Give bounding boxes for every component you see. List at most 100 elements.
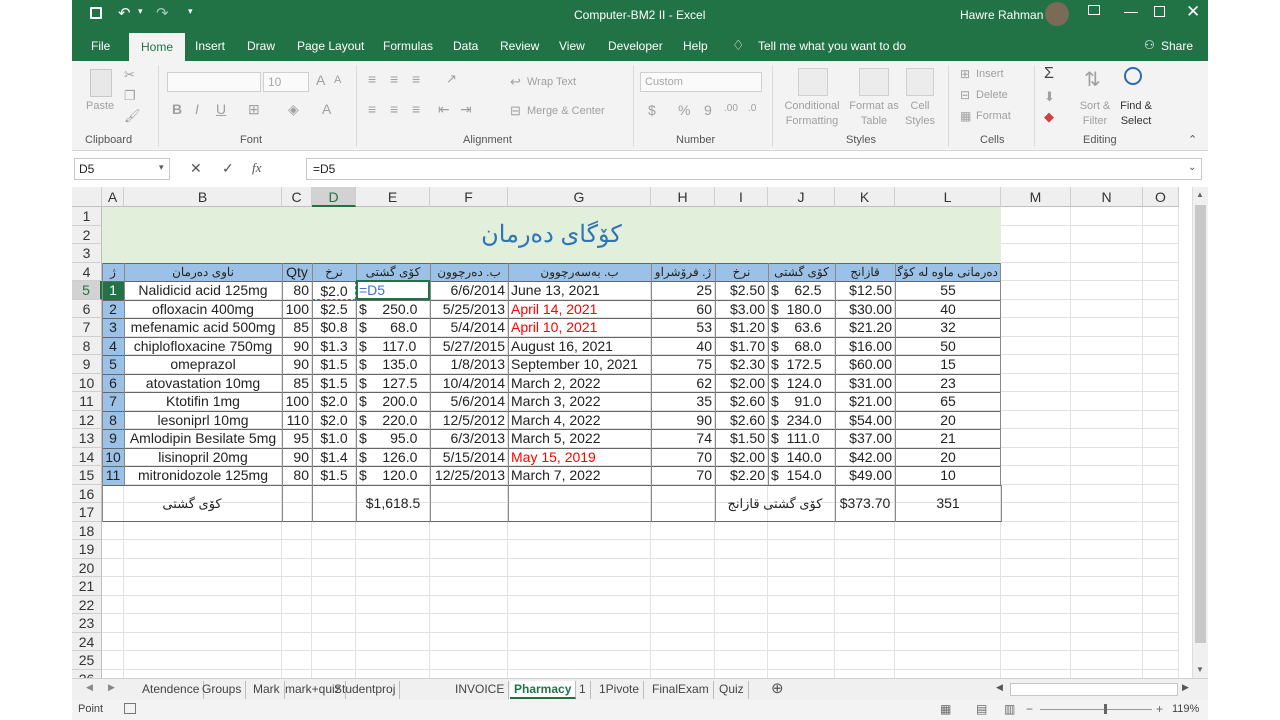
column-header-l[interactable]: L: [895, 187, 1001, 207]
table-cell[interactable]: 55: [895, 281, 1001, 300]
tab-view[interactable]: View: [559, 39, 585, 53]
column-header-c[interactable]: C: [282, 187, 312, 207]
customize-qat-icon[interactable]: ▾: [188, 6, 193, 17]
font-size-box[interactable]: 10: [263, 72, 309, 92]
table-cell[interactable]: 90: [282, 355, 312, 374]
row-header-25[interactable]: 25: [72, 651, 102, 670]
table-cell[interactable]: $ 62.5: [768, 281, 835, 300]
table-cell[interactable]: $21.00: [835, 392, 895, 411]
table-cell[interactable]: 21: [895, 429, 1001, 448]
table-cell[interactable]: 1/8/2013: [430, 355, 508, 374]
format-cells-button[interactable]: Format: [976, 110, 1011, 122]
format-painter-icon[interactable]: 🖌: [124, 108, 141, 124]
tab-formulas[interactable]: Formulas: [383, 39, 433, 53]
table-cell[interactable]: mefenamic acid 500mg: [124, 318, 282, 337]
table-cell[interactable]: 5/27/2015: [430, 337, 508, 356]
table-cell[interactable]: $1.3: [312, 337, 356, 356]
delete-cells-icon[interactable]: ⊟: [960, 88, 970, 102]
page-layout-view-icon[interactable]: ▤: [976, 702, 987, 716]
table-cell[interactable]: 5/25/2013: [430, 300, 508, 319]
wrap-text-icon[interactable]: ↩: [510, 74, 521, 90]
align-right-icon[interactable]: ≡: [412, 101, 420, 117]
table-cell[interactable]: $ 200.0: [356, 392, 430, 411]
row-header-6[interactable]: 6: [72, 299, 102, 318]
table-cell[interactable]: $12.50: [835, 281, 895, 300]
table-cell[interactable]: 20: [895, 411, 1001, 430]
align-bottom-icon[interactable]: ≡: [412, 71, 420, 87]
table-cell[interactable]: $ 135.0: [356, 355, 430, 374]
confirm-entry-icon[interactable]: ✓: [222, 160, 234, 177]
table-cell[interactable]: March 4, 2022: [508, 411, 651, 430]
column-header-m[interactable]: M: [1001, 187, 1071, 207]
undo-dropdown-icon[interactable]: ▾: [138, 6, 143, 17]
column-header-n[interactable]: N: [1071, 187, 1143, 207]
row-header-22[interactable]: 22: [72, 595, 102, 614]
sheet-tab-1pivote[interactable]: 1Pivote: [595, 681, 645, 699]
align-middle-icon[interactable]: ≡: [390, 71, 398, 87]
row-header-26[interactable]: 26: [72, 669, 102, 678]
table-cell[interactable]: April 14, 2021: [508, 300, 651, 319]
table-cell[interactable]: $ 250.0: [356, 300, 430, 319]
table-cell[interactable]: chiplofloxacine 750mg: [124, 337, 282, 356]
table-cell[interactable]: Nalidicid acid 125mg: [124, 281, 282, 300]
table-cell[interactable]: 40: [895, 300, 1001, 319]
table-cell[interactable]: $ 111.0: [768, 429, 835, 448]
conditional-formatting-icon[interactable]: [798, 68, 828, 96]
table-cell[interactable]: $42.00: [835, 448, 895, 467]
table-cell[interactable]: $2.00: [715, 448, 768, 467]
row-header-24[interactable]: 24: [72, 632, 102, 651]
table-cell[interactable]: Ktotifin 1mg: [124, 392, 282, 411]
table-cell[interactable]: March 7, 2022: [508, 466, 651, 485]
table-cell[interactable]: $2.20: [715, 466, 768, 485]
table-cell[interactable]: $ 63.6: [768, 318, 835, 337]
table-cell[interactable]: $ 140.0: [768, 448, 835, 467]
table-cell[interactable]: atovastation 10mg: [124, 374, 282, 393]
row-header-18[interactable]: 18: [72, 521, 102, 540]
close-icon[interactable]: ✕: [1186, 2, 1200, 22]
table-cell[interactable]: $ 127.5: [356, 374, 430, 393]
tell-me-search[interactable]: Tell me what you want to do: [758, 39, 906, 53]
total-cost[interactable]: $1,618.5: [356, 485, 430, 522]
tab-insert[interactable]: Insert: [195, 39, 225, 53]
column-header-i[interactable]: I: [715, 187, 768, 207]
avatar[interactable]: [1045, 2, 1069, 26]
row-header-16[interactable]: 16: [72, 484, 102, 503]
orientation-icon[interactable]: ↗: [446, 71, 457, 87]
table-cell[interactable]: 25: [651, 281, 715, 300]
merge-center-icon[interactable]: ⊟: [510, 103, 521, 119]
table-cell[interactable]: March 2, 2022: [508, 374, 651, 393]
table-cell[interactable]: 20: [895, 448, 1001, 467]
minimize-icon[interactable]: —: [1124, 3, 1138, 19]
shrink-font-icon[interactable]: A: [334, 74, 341, 86]
format-as-table-button[interactable]: Format as Table: [847, 99, 901, 129]
row-header-5[interactable]: 5: [72, 281, 102, 300]
table-cell[interactable]: $2.0: [312, 392, 356, 411]
restore-icon[interactable]: [1154, 6, 1165, 17]
table-cell[interactable]: $37.00: [835, 429, 895, 448]
table-cell[interactable]: 85: [282, 318, 312, 337]
table-cell[interactable]: $1.70: [715, 337, 768, 356]
name-box[interactable]: D5: [74, 158, 170, 180]
table-cell[interactable]: March 3, 2022: [508, 392, 651, 411]
row-header-7[interactable]: 7: [72, 318, 102, 337]
table-cell[interactable]: 100: [282, 392, 312, 411]
decrease-indent-icon[interactable]: ⇤: [438, 101, 450, 118]
row-header-14[interactable]: 14: [72, 447, 102, 466]
table-cell[interactable]: May 15, 2019: [508, 448, 651, 467]
total-profit[interactable]: $373.70: [835, 485, 895, 522]
table-cell[interactable]: $2.5: [312, 300, 356, 319]
tab-home[interactable]: Home: [129, 33, 186, 61]
paste-label[interactable]: Paste: [86, 100, 114, 112]
sheet-tab-quiz[interactable]: Quiz: [715, 681, 749, 699]
table-cell[interactable]: 10: [895, 466, 1001, 485]
column-header-h[interactable]: H: [651, 187, 715, 207]
table-cell[interactable]: $1.5: [312, 466, 356, 485]
cell-styles-icon[interactable]: [906, 68, 934, 96]
row-header-20[interactable]: 20: [72, 558, 102, 577]
zoom-out-icon[interactable]: −: [1026, 702, 1033, 716]
row-number-cell[interactable]: 7: [102, 392, 124, 411]
user-name[interactable]: Hawre Rahman: [960, 8, 1043, 22]
cancel-entry-icon[interactable]: ✕: [190, 160, 202, 177]
table-cell[interactable]: $2.0: [312, 281, 356, 300]
decrease-decimal-icon[interactable]: .0: [748, 103, 756, 114]
